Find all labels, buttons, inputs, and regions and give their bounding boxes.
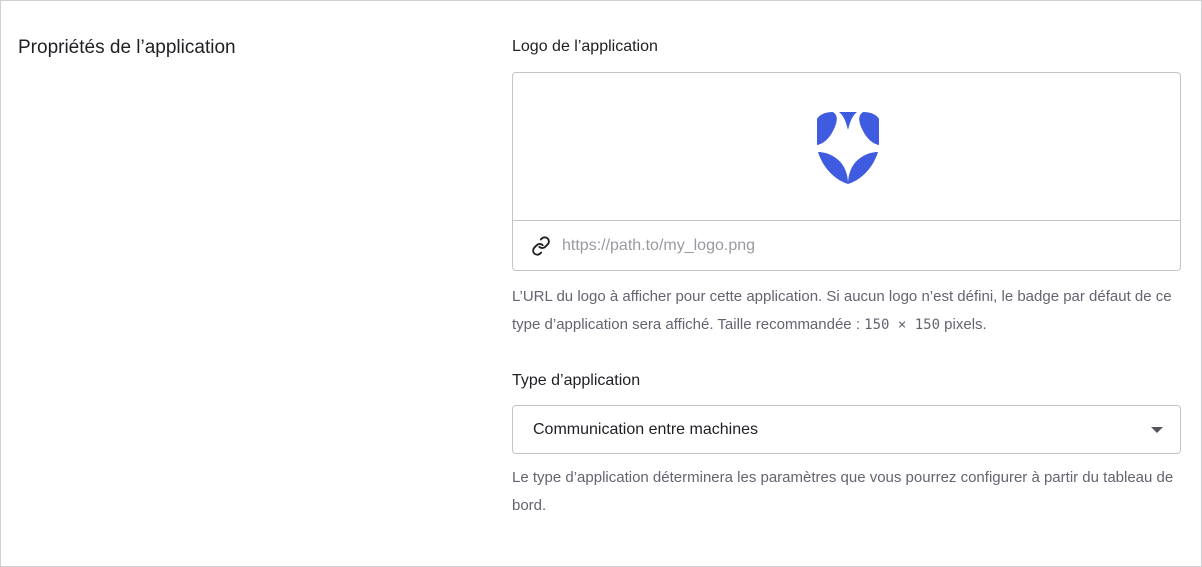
caret-down-icon <box>1151 426 1163 433</box>
logo-help-size: 150 × 150 <box>864 316 941 333</box>
logo-preview <box>513 73 1180 221</box>
application-properties-panel: Propriétés de l’application Logo de l’ap… <box>0 0 1202 567</box>
logo-field-label: Logo de l’application <box>512 38 658 55</box>
app-type-label: Type d’application <box>512 372 641 389</box>
app-type-selected-value: Communication entre machines <box>533 420 758 438</box>
logo-field <box>512 72 1181 271</box>
app-type-select[interactable]: Communication entre machines <box>512 405 1181 454</box>
logo-help-text: L’URL du logo à afficher pour cette appl… <box>512 283 1181 339</box>
logo-help-text-part2: pixels. <box>940 315 987 333</box>
app-type-help-text: Le type d’application déterminera les pa… <box>512 469 1174 514</box>
link-icon <box>530 235 552 257</box>
logo-url-row <box>513 221 1180 270</box>
shield-logo-icon <box>816 112 879 184</box>
properties-form: Logo de l’application https://path.to/my… <box>512 35 1181 519</box>
logo-url-input[interactable] <box>562 236 1162 255</box>
section-title: Propriétés de l’application <box>18 37 236 58</box>
logo-help-text-part1: L’URL du logo à afficher pour cette appl… <box>512 288 1172 333</box>
